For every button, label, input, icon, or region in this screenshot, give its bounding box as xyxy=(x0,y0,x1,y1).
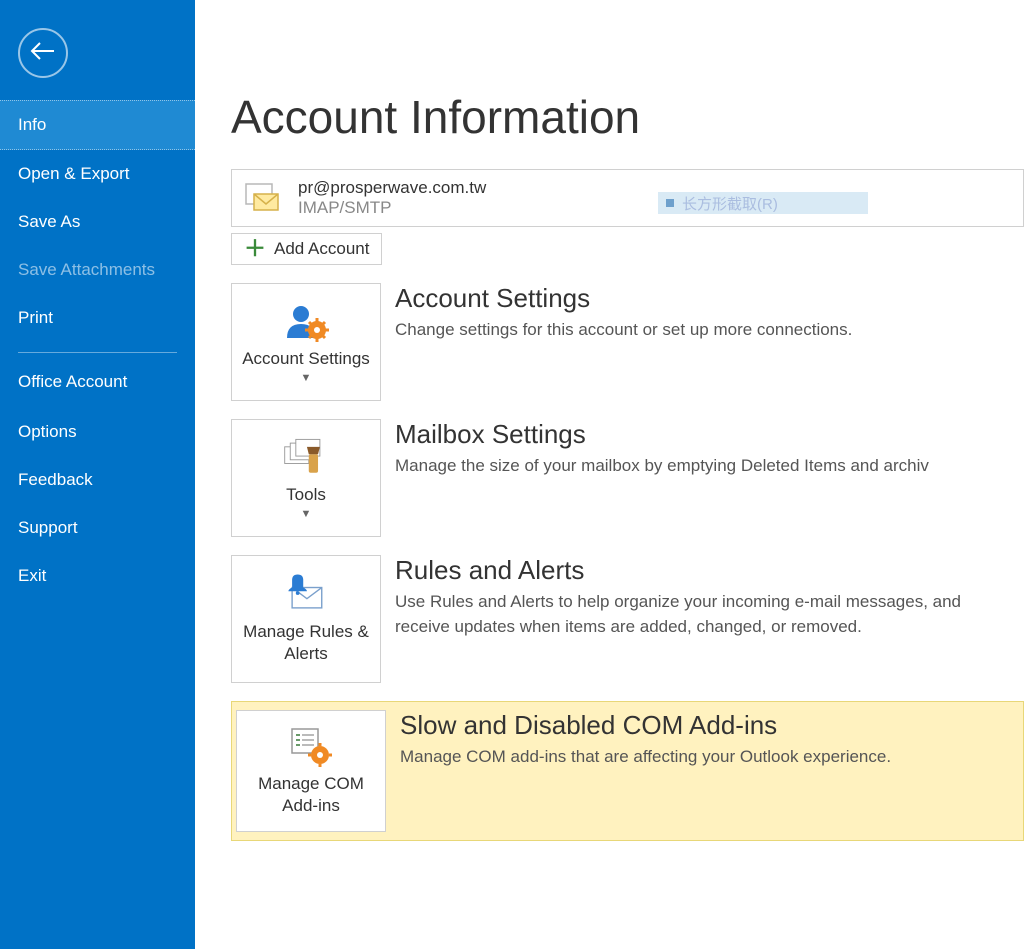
section-text: Rules and Alerts Use Rules and Alerts to… xyxy=(395,555,1024,639)
section-desc: Manage COM add-ins that are affecting yo… xyxy=(400,745,1015,770)
sidebar-item-label: Save Attachments xyxy=(18,260,155,279)
app-root: Info Open & Export Save As Save Attachme… xyxy=(0,0,1024,949)
tile-label: Manage COM Add-ins xyxy=(243,773,379,817)
sidebar-item-exit[interactable]: Exit xyxy=(0,552,195,600)
section-com-addins: Manage COM Add-ins Slow and Disabled COM… xyxy=(231,701,1024,841)
section-text: Slow and Disabled COM Add-ins Manage COM… xyxy=(400,710,1023,770)
tile-label: Account Settings xyxy=(242,348,370,370)
sidebar-divider xyxy=(18,352,177,353)
chevron-down-icon: ▼ xyxy=(301,372,312,384)
sidebar-item-label: Save As xyxy=(18,212,80,231)
account-selector[interactable]: pr@prosperwave.com.tw IMAP/SMTP 长方形截取(R) xyxy=(231,169,1024,227)
snip-overlay-text: 长方形截取(R) xyxy=(682,193,778,214)
snip-overlay: 长方形截取(R) xyxy=(658,192,868,214)
section-mailbox-settings: Tools ▼ Mailbox Settings Manage the size… xyxy=(231,419,1024,537)
section-title: Mailbox Settings xyxy=(395,419,1016,450)
sidebar-item-feedback[interactable]: Feedback xyxy=(0,456,195,504)
backstage-sidebar: Info Open & Export Save As Save Attachme… xyxy=(0,0,195,949)
sidebar-menu-top: Info Open & Export Save As Save Attachme… xyxy=(0,100,195,600)
section-text: Mailbox Settings Manage the size of your… xyxy=(395,419,1024,479)
sidebar-item-label: Office Account xyxy=(18,372,127,391)
sidebar-item-save-as[interactable]: Save As xyxy=(0,198,195,246)
section-desc: Manage the size of your mailbox by empty… xyxy=(395,454,1016,479)
sidebar-item-label: Info xyxy=(18,115,46,134)
manage-rules-alerts-button[interactable]: Manage Rules & Alerts xyxy=(231,555,381,683)
sidebar-item-print[interactable]: Print xyxy=(0,294,195,342)
section-text: Account Settings Change settings for thi… xyxy=(395,283,1024,343)
tile-label: Tools xyxy=(286,484,326,506)
section-desc: Change settings for this account or set … xyxy=(395,318,1016,343)
sidebar-item-office-account[interactable]: Office Account xyxy=(0,357,195,408)
tile-label: Manage Rules & Alerts xyxy=(238,621,374,665)
account-protocol: IMAP/SMTP xyxy=(298,198,486,218)
section-title: Account Settings xyxy=(395,283,1016,314)
sidebar-item-save-attachments: Save Attachments xyxy=(0,246,195,294)
section-title: Slow and Disabled COM Add-ins xyxy=(400,710,1015,741)
sidebar-item-label: Options xyxy=(18,422,77,441)
back-arrow-icon xyxy=(30,41,56,66)
main-content: Account Information pr@prosperwave.com.t… xyxy=(195,0,1024,949)
add-account-button[interactable]: ＋ Add Account xyxy=(231,233,382,265)
account-email: pr@prosperwave.com.tw xyxy=(298,178,486,198)
plus-icon: ＋ xyxy=(244,238,266,260)
account-lines: pr@prosperwave.com.tw IMAP/SMTP xyxy=(298,178,486,218)
sidebar-item-label: Feedback xyxy=(18,470,93,489)
sidebar-item-options[interactable]: Options xyxy=(0,408,195,456)
tools-icon xyxy=(281,436,331,478)
section-rules-alerts: Manage Rules & Alerts Rules and Alerts U… xyxy=(231,555,1024,683)
section-account-settings: Account Settings ▼ Account Settings Chan… xyxy=(231,283,1024,401)
sidebar-item-open-export[interactable]: Open & Export xyxy=(0,150,195,198)
account-settings-icon xyxy=(281,300,331,342)
account-settings-button[interactable]: Account Settings ▼ xyxy=(231,283,381,401)
section-desc: Use Rules and Alerts to help organize yo… xyxy=(395,590,1016,639)
tools-button[interactable]: Tools ▼ xyxy=(231,419,381,537)
sidebar-item-label: Open & Export xyxy=(18,164,130,183)
sidebar-item-label: Support xyxy=(18,518,78,537)
chevron-down-icon: ▼ xyxy=(301,508,312,520)
back-button[interactable] xyxy=(18,28,68,78)
snip-dot-icon xyxy=(666,199,674,207)
rules-alerts-icon xyxy=(281,573,331,615)
com-addins-icon xyxy=(286,725,336,767)
section-title: Rules and Alerts xyxy=(395,555,1016,586)
sidebar-item-support[interactable]: Support xyxy=(0,504,195,552)
sidebar-item-label: Print xyxy=(18,308,53,327)
sidebar-item-label: Exit xyxy=(18,566,46,585)
mailbox-icon xyxy=(242,176,286,220)
add-account-label: Add Account xyxy=(274,239,369,259)
manage-com-addins-button[interactable]: Manage COM Add-ins xyxy=(236,710,386,832)
sidebar-item-info[interactable]: Info xyxy=(0,100,195,150)
page-title: Account Information xyxy=(231,90,1024,144)
